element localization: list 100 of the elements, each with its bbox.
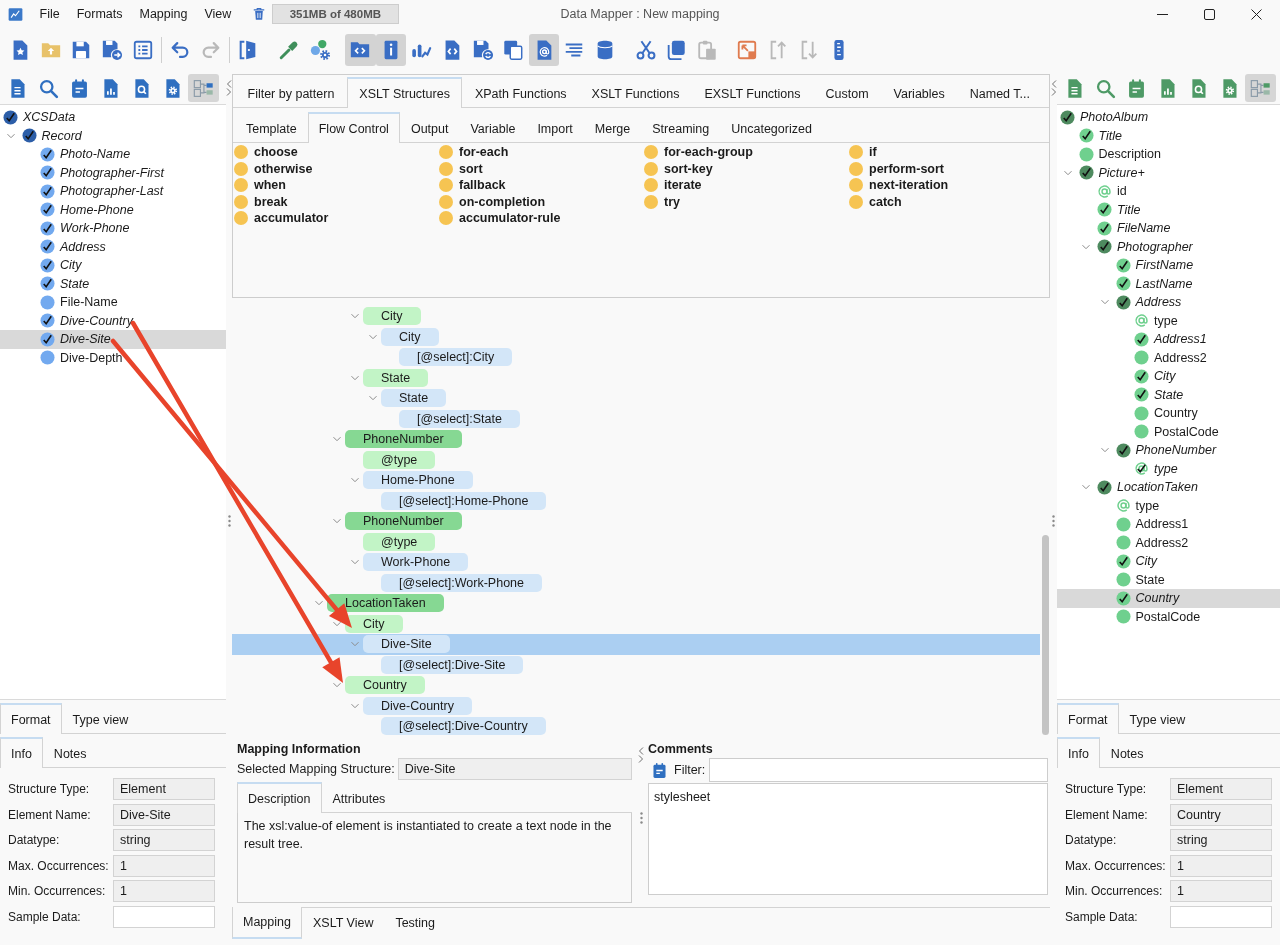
text-field[interactable]: 1	[113, 854, 215, 877]
mapping-node[interactable]: Work-Phone	[363, 553, 469, 572]
tree-row[interactable]: City	[232, 326, 1040, 347]
tree-row[interactable]: Home-Phone	[232, 470, 1040, 491]
mapping-node[interactable]: City	[345, 614, 403, 633]
palette-item[interactable]: sort-key	[644, 160, 713, 177]
tree-item[interactable]: State	[1057, 385, 1280, 404]
tree-item[interactable]: File-Name	[0, 293, 226, 312]
tree-item[interactable]: Address	[0, 237, 226, 256]
palette-item[interactable]: if	[849, 144, 877, 161]
tab[interactable]: Uncategorized	[720, 113, 823, 143]
comments-field[interactable]: stylesheet	[648, 783, 1048, 895]
tree-view-button[interactable]	[188, 74, 219, 102]
tree-item[interactable]: XCSData	[0, 108, 226, 127]
palette-item[interactable]: for-each-group	[644, 144, 753, 161]
tree-item[interactable]: type	[1057, 496, 1280, 515]
collapse-arrows-icon[interactable]	[1050, 79, 1057, 97]
tree-row[interactable]: [@select]:Dive-Site	[232, 654, 1040, 675]
tree-item[interactable]: Photographer-Last	[0, 182, 226, 201]
tree-item[interactable]: LastName	[1057, 274, 1280, 293]
tab[interactable]: Template	[235, 113, 308, 143]
tab[interactable]: Streaming	[641, 113, 721, 143]
palette-item[interactable]: accumulator-rule	[439, 210, 561, 227]
tab[interactable]: Variables	[881, 78, 958, 108]
tab[interactable]: EXSLT Functions	[691, 78, 813, 108]
tree-item[interactable]: Dive-Country	[0, 311, 226, 330]
tree-row[interactable]: PhoneNumber	[232, 429, 1040, 450]
tab[interactable]: XSLT Structures	[346, 77, 463, 108]
tree-item[interactable]: Title	[1057, 200, 1280, 219]
tab[interactable]: Notes	[42, 738, 98, 768]
tree-row[interactable]: City	[232, 306, 1040, 327]
palette-item[interactable]: perform-sort	[849, 160, 944, 177]
menu-item[interactable]: View	[195, 4, 240, 24]
palette-item[interactable]: sort	[439, 160, 483, 177]
tab[interactable]: XSLT Functions	[579, 78, 692, 108]
tree-row[interactable]: Dive-Site	[232, 634, 1040, 655]
tree-row[interactable]: @type	[232, 531, 1040, 552]
tree-item[interactable]: State	[0, 274, 226, 293]
tree-item[interactable]: Dive-Site	[0, 330, 226, 349]
tree-item[interactable]: FileName	[1057, 219, 1280, 238]
tree-item[interactable]: Photo-Name	[0, 145, 226, 164]
palette-item[interactable]: choose	[234, 144, 298, 161]
tree-item[interactable]: City	[1057, 367, 1280, 386]
palette-item[interactable]: break	[234, 193, 288, 210]
menu-item[interactable]: File	[31, 4, 69, 24]
tree-row[interactable]: State	[232, 367, 1040, 388]
mapping-node[interactable]: [@select]:Home-Phone	[381, 491, 547, 510]
tree-item[interactable]: City	[0, 256, 226, 275]
tree-item[interactable]: Address	[1057, 293, 1280, 312]
tree-item[interactable]: PostalCode	[1057, 422, 1280, 441]
tab[interactable]: Testing	[384, 907, 446, 939]
collapse-arrows-icon[interactable]	[226, 79, 232, 97]
tree-row[interactable]: [@select]:Work-Phone	[232, 572, 1040, 593]
palette-item[interactable]: fallback	[439, 177, 506, 194]
tree-row[interactable]: [@select]:Dive-Country	[232, 716, 1040, 737]
tab[interactable]: Description	[237, 782, 322, 813]
tab[interactable]: Type view	[61, 704, 140, 734]
text-field[interactable]	[113, 905, 215, 928]
tree-item[interactable]: FirstName	[1057, 256, 1280, 275]
tab[interactable]: Custom	[813, 78, 882, 108]
text-field[interactable]: string	[113, 829, 215, 852]
tree-item[interactable]: Dive-Depth	[0, 348, 226, 367]
tab[interactable]: XPath Functions	[462, 78, 580, 108]
text-field[interactable]: string	[1170, 829, 1272, 852]
palette-item[interactable]: next-iteration	[849, 177, 949, 194]
scrollbar-thumb[interactable]	[1041, 535, 1049, 735]
at-document-button[interactable]	[528, 34, 560, 66]
tree-item[interactable]: Title	[1057, 126, 1280, 145]
info-button[interactable]	[375, 34, 407, 66]
mapping-node[interactable]: State	[381, 389, 447, 408]
tab[interactable]: Named T...	[957, 78, 1043, 108]
text-field[interactable]: Element	[113, 778, 215, 800]
tree-row[interactable]: City	[232, 613, 1040, 634]
mapping-node[interactable]: City	[363, 307, 421, 326]
tree-item[interactable]: Home-Phone	[0, 200, 226, 219]
tree-view-button[interactable]	[1245, 74, 1276, 102]
palette-item[interactable]: iterate	[644, 177, 702, 194]
mapping-node[interactable]: [@select]:Work-Phone	[381, 573, 542, 592]
tree-row[interactable]: Country	[232, 675, 1040, 696]
tree-item[interactable]: Country	[1057, 589, 1280, 608]
tree-row[interactable]: [@select]:Home-Phone	[232, 490, 1040, 511]
text-field[interactable]	[1170, 905, 1272, 928]
mapping-node[interactable]: City	[381, 327, 439, 346]
tab[interactable]: Filter by pattern	[235, 78, 347, 108]
trash-icon[interactable]	[251, 6, 266, 22]
mapping-node[interactable]: Dive-Site	[363, 635, 450, 654]
tab[interactable]: Type view	[1118, 704, 1197, 734]
text-field[interactable]: Country	[1170, 803, 1272, 826]
tree-row[interactable]: Dive-Country	[232, 695, 1040, 716]
tree-item[interactable]: State	[1057, 570, 1280, 589]
palette-item[interactable]: try	[644, 193, 680, 210]
tab[interactable]: Merge	[583, 113, 642, 143]
tab[interactable]: Import	[526, 113, 584, 143]
mapping-node[interactable]: [@select]:City	[399, 348, 513, 367]
filter-field[interactable]	[709, 758, 1048, 782]
palette-item[interactable]: accumulator	[234, 210, 329, 227]
tree-item[interactable]: Photographer-First	[0, 163, 226, 182]
mapping-node[interactable]: [@select]:Dive-Country	[381, 717, 546, 736]
mapping-node[interactable]: State	[363, 368, 429, 387]
tree-item[interactable]: City	[1057, 552, 1280, 571]
